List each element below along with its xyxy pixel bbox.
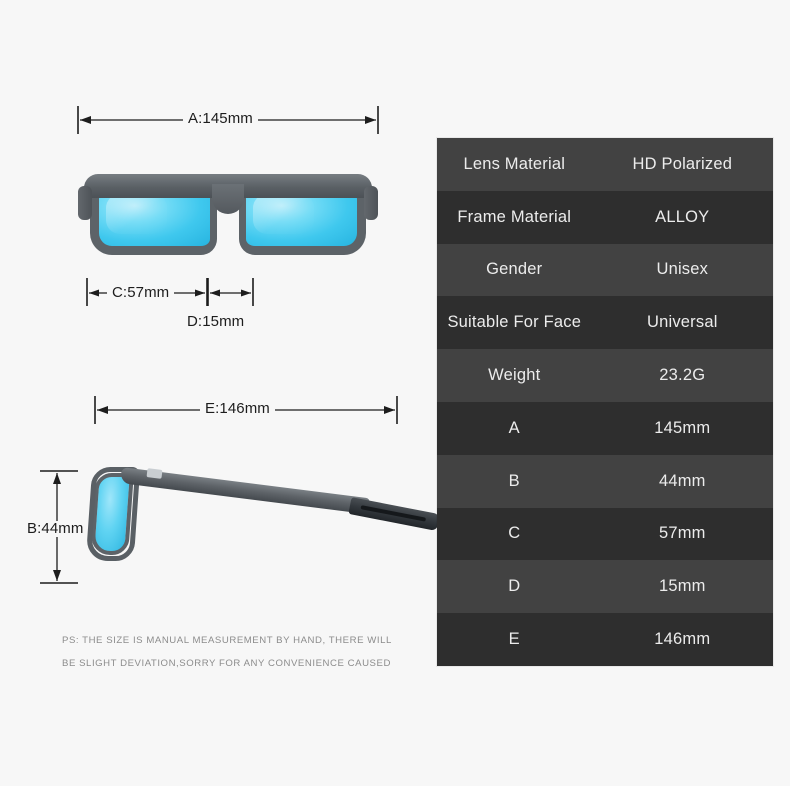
dimension-label-a: A:145mm bbox=[183, 111, 258, 127]
spec-key: C bbox=[508, 524, 521, 543]
dimension-label-d: D:15mm bbox=[182, 314, 250, 330]
sunglasses-side-view bbox=[85, 455, 496, 575]
table-row: Gender Unisex bbox=[437, 243, 773, 297]
hinge-plate-side bbox=[146, 468, 163, 479]
spec-key: Gender bbox=[486, 260, 543, 279]
spec-key: D bbox=[508, 577, 521, 596]
spec-key: E bbox=[508, 630, 520, 649]
spec-key: Frame Material bbox=[457, 207, 572, 226]
spec-key: A bbox=[508, 418, 520, 437]
spec-value: Universal bbox=[646, 313, 718, 332]
spec-key: Suitable For Face bbox=[447, 313, 582, 332]
hinge-left bbox=[78, 186, 92, 220]
table-row: Suitable For Face Universal bbox=[437, 296, 773, 350]
temple-tip bbox=[348, 497, 440, 532]
sunglasses-front-view bbox=[78, 168, 378, 268]
spec-value: 44mm bbox=[658, 471, 706, 490]
spec-value: HD Polarized bbox=[632, 154, 733, 173]
spec-value: 146mm bbox=[654, 630, 711, 649]
table-row: B 44mm bbox=[437, 454, 773, 508]
hinge-right bbox=[364, 186, 378, 220]
specification-table: Lens Material HD Polarized Frame Materia… bbox=[437, 138, 773, 666]
table-row: Weight 23.2G bbox=[437, 349, 773, 402]
disclaimer-line-2: BE SLIGHT DEVIATION,SORRY FOR ANY CONVEN… bbox=[62, 658, 391, 669]
spec-value: ALLOY bbox=[655, 207, 710, 226]
table-row: D 15mm bbox=[437, 560, 773, 614]
spec-value: 145mm bbox=[654, 418, 711, 437]
table-row: C 57mm bbox=[437, 507, 773, 561]
spec-value: 57mm bbox=[658, 524, 706, 543]
dimension-label-e: E:146mm bbox=[200, 401, 275, 417]
spec-value: 23.2G bbox=[659, 366, 706, 385]
disclaimer-line-1: PS: THE SIZE IS MANUAL MEASUREMENT BY HA… bbox=[62, 635, 392, 646]
dimension-label-c: C:57mm bbox=[107, 285, 175, 301]
spec-key: Lens Material bbox=[463, 154, 566, 173]
spec-value: Unisex bbox=[656, 260, 709, 279]
dimension-label-b: B:44mm bbox=[22, 521, 89, 537]
spec-key: B bbox=[508, 471, 520, 490]
spec-key: Weight bbox=[488, 366, 541, 385]
table-row: A 145mm bbox=[437, 401, 773, 455]
measurement-disclaimer: PS: THE SIZE IS MANUAL MEASUREMENT BY HA… bbox=[62, 629, 402, 675]
dimension-line-d bbox=[207, 278, 254, 306]
spec-value: 15mm bbox=[658, 577, 706, 596]
table-row: Lens Material HD Polarized bbox=[437, 138, 773, 191]
product-spec-sheet: A:145mm C:57mm D:15mm E:146mm B:44mm PS:… bbox=[0, 0, 790, 786]
table-row: Frame Material ALLOY bbox=[437, 190, 773, 244]
table-row: E 146mm bbox=[437, 613, 773, 666]
